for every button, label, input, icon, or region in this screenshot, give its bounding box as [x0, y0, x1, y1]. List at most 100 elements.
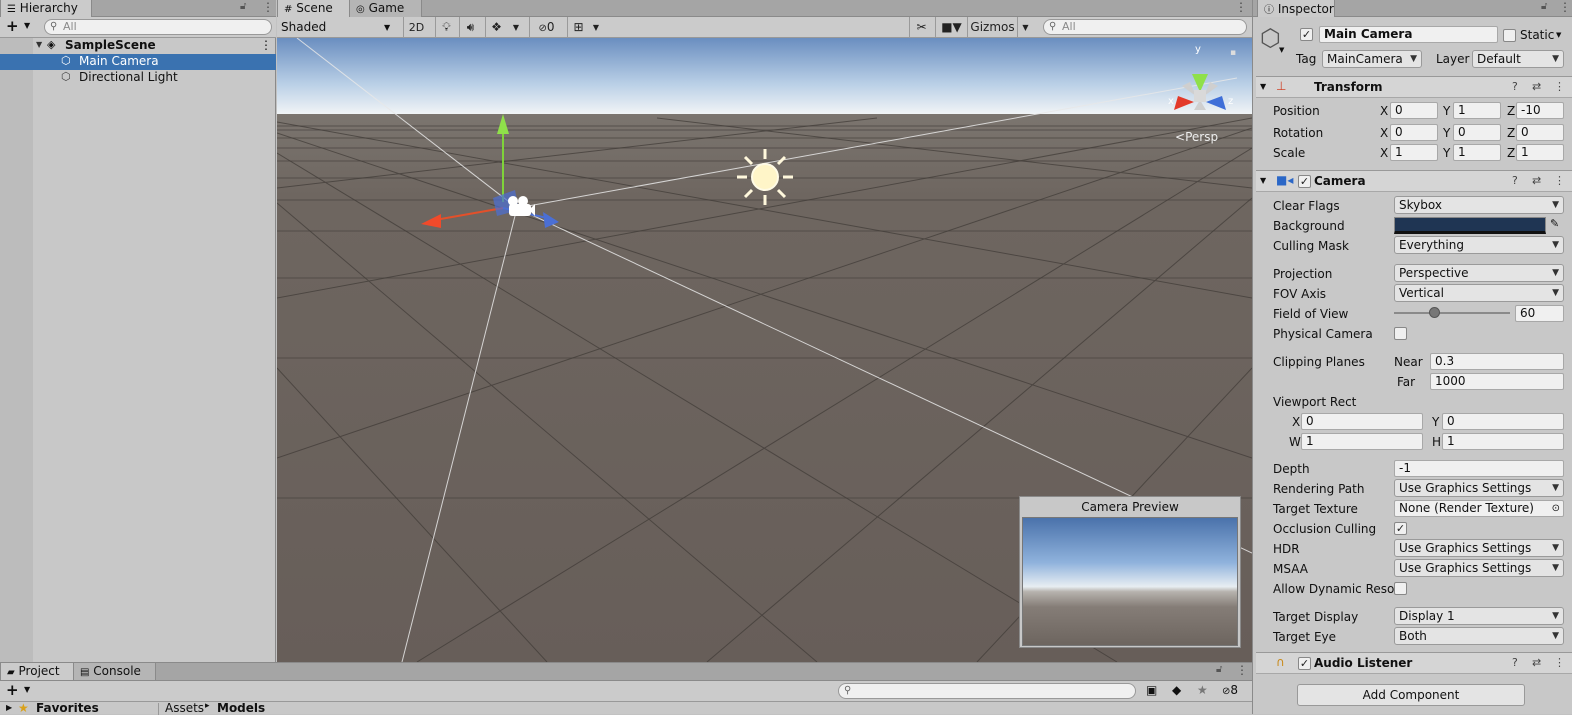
hidden-objects-toggle[interactable]: ⊘0 — [529, 17, 563, 38]
position-y-field[interactable]: 1 — [1453, 102, 1501, 119]
viewport-h-field[interactable]: 1 — [1442, 433, 1564, 450]
hidden-packages-toggle[interactable]: ⊘8 — [1222, 683, 1238, 697]
scale-y-field[interactable]: 1 — [1453, 144, 1501, 161]
scale-z-field[interactable]: 1 — [1516, 144, 1564, 161]
toggle-2d-button[interactable]: 2D — [403, 17, 429, 38]
audio-listener-header[interactable]: ∩ ✓ Audio Listener ? ⇄ ⋮ — [1256, 652, 1572, 674]
more-options-icon[interactable]: ⋮ — [262, 0, 274, 14]
tab-project[interactable]: ▰ Project — [0, 663, 74, 680]
culling-mask-dropdown[interactable]: Everything ▼ — [1394, 236, 1564, 254]
tab-console[interactable]: ▤ Console — [74, 663, 156, 680]
static-checkbox[interactable] — [1503, 29, 1516, 42]
help-icon[interactable]: ? — [1512, 174, 1518, 187]
physical-camera-checkbox[interactable] — [1394, 327, 1407, 340]
tab-inspector[interactable]: ⓘ Inspector — [1257, 0, 1335, 17]
position-z-field[interactable]: -10 — [1516, 102, 1564, 119]
target-texture-field[interactable]: None (Render Texture) ⊙ — [1394, 500, 1564, 517]
persp-toggle[interactable]: <Persp — [1175, 130, 1218, 144]
tab-scene[interactable]: # Scene — [277, 0, 350, 17]
tools-icon[interactable]: ✂︎ — [909, 17, 933, 38]
preset-icon[interactable]: ⇄ — [1532, 174, 1541, 187]
projection-dropdown[interactable]: Perspective ▼ — [1394, 264, 1564, 282]
foldout-arrow-icon[interactable]: ▶ — [6, 703, 12, 712]
viewport-x-field[interactable]: 0 — [1301, 413, 1423, 430]
scene-search-input[interactable]: ⚲ All — [1043, 19, 1247, 35]
hierarchy-search-input[interactable]: ⚲ All — [44, 19, 272, 35]
help-icon[interactable]: ? — [1512, 656, 1518, 669]
lock-icon[interactable]: ▪ — [1230, 48, 1236, 58]
fov-slider-track[interactable] — [1394, 312, 1510, 314]
help-icon[interactable]: ? — [1512, 80, 1518, 93]
occlusion-culling-checkbox[interactable]: ✓ — [1394, 522, 1407, 535]
far-field[interactable]: 1000 — [1430, 373, 1564, 390]
layer-dropdown[interactable]: Default ▼ — [1472, 50, 1564, 68]
viewport-w-field[interactable]: 1 — [1301, 433, 1423, 450]
msaa-dropdown[interactable]: Use Graphics Settings ▼ — [1394, 559, 1564, 577]
fov-axis-dropdown[interactable]: Vertical ▼ — [1394, 284, 1564, 302]
fov-value-field[interactable]: 60 — [1515, 305, 1564, 322]
scene-row[interactable]: ▼ ◈ SampleScene ⋮ — [0, 38, 276, 54]
chevron-down-icon[interactable]: ▼ — [24, 685, 30, 694]
more-options-icon[interactable]: ⋮ — [1559, 0, 1571, 14]
target-display-dropdown[interactable]: Display 1 ▼ — [1394, 607, 1564, 625]
component-menu-icon[interactable]: ⋮ — [1554, 656, 1565, 669]
preset-icon[interactable]: ⇄ — [1532, 656, 1541, 669]
filter-by-label-icon[interactable]: ◆ — [1172, 683, 1181, 697]
directional-light-gizmo[interactable] — [737, 149, 793, 205]
component-menu-icon[interactable]: ⋮ — [1554, 174, 1565, 187]
favorite-star-icon[interactable]: ★ — [1197, 683, 1208, 697]
rotation-y-field[interactable]: 0 — [1453, 124, 1501, 141]
camera-enabled-checkbox[interactable]: ✓ — [1298, 175, 1311, 188]
tag-dropdown[interactable]: MainCamera ▼ — [1322, 50, 1422, 68]
audio-icon[interactable]: 🔊︎ — [459, 17, 481, 38]
favorites-row[interactable]: ▶ ★ Favorites — [0, 703, 156, 715]
foldout-arrow-icon[interactable]: ▼ — [1260, 176, 1266, 185]
lighting-icon[interactable]: 💡︎ — [435, 17, 457, 38]
more-options-icon[interactable]: ⋮ — [1236, 663, 1248, 677]
object-name-field[interactable]: Main Camera — [1319, 26, 1498, 43]
scene-viewport[interactable]: y x z ▪ <Persp Camera Preview — [277, 38, 1252, 662]
breadcrumb-assets[interactable]: Assets — [165, 703, 204, 715]
project-search-input[interactable]: ⚲ — [838, 683, 1136, 699]
clear-flags-dropdown[interactable]: Skybox ▼ — [1394, 196, 1564, 214]
preset-icon[interactable]: ⇄ — [1532, 80, 1541, 93]
camera-settings-icon[interactable]: ■▼ — [935, 17, 967, 38]
effects-dropdown-icon[interactable]: ▼ — [509, 17, 523, 38]
viewport-y-field[interactable]: 0 — [1442, 413, 1564, 430]
filter-by-type-icon[interactable]: ▣ — [1146, 683, 1157, 697]
tab-hierarchy[interactable]: ☰ Hierarchy — [0, 0, 92, 17]
hierarchy-item-main-camera[interactable]: ⬡ Main Camera — [0, 54, 276, 70]
tab-game[interactable]: ◎ Game — [350, 0, 422, 17]
chevron-down-icon[interactable]: ▼ — [1556, 31, 1561, 39]
add-component-button[interactable]: Add Component — [1297, 684, 1525, 706]
eyedropper-icon[interactable]: ✎ — [1550, 217, 1559, 230]
grid-dropdown-icon[interactable]: ▼ — [589, 17, 603, 38]
background-color-swatch[interactable] — [1394, 217, 1546, 234]
depth-field[interactable]: -1 — [1394, 460, 1564, 477]
scene-menu-icon[interactable]: ⋮ — [260, 38, 272, 52]
foldout-arrow-icon[interactable]: ▼ — [1260, 82, 1266, 91]
rendering-path-dropdown[interactable]: Use Graphics Settings ▼ — [1394, 479, 1564, 497]
active-checkbox[interactable]: ✓ — [1300, 28, 1313, 41]
scale-x-field[interactable]: 1 — [1390, 144, 1438, 161]
grid-toggle-icon[interactable]: ⊞ — [567, 17, 589, 38]
rotation-z-field[interactable]: 0 — [1516, 124, 1564, 141]
foldout-arrow-icon[interactable]: ▼ — [36, 40, 42, 49]
hierarchy-item-directional-light[interactable]: ⬡ Directional Light — [0, 70, 276, 86]
create-plus-icon[interactable]: + — [6, 681, 19, 699]
shading-mode-dropdown[interactable]: Shaded ▼ — [277, 17, 397, 38]
breadcrumb-models[interactable]: Models — [217, 703, 265, 715]
camera-header[interactable]: ▼ ■◂ ✓ Camera ? ⇄ ⋮ — [1256, 170, 1572, 192]
create-plus-icon[interactable]: + — [6, 17, 19, 35]
chevron-down-icon[interactable]: ▼ — [24, 21, 30, 30]
audio-listener-checkbox[interactable]: ✓ — [1298, 657, 1311, 670]
gizmos-button[interactable]: Gizmos — [967, 17, 1017, 38]
target-eye-dropdown[interactable]: Both ▼ — [1394, 627, 1564, 645]
more-options-icon[interactable]: ⋮ — [1235, 0, 1247, 14]
component-menu-icon[interactable]: ⋮ — [1554, 80, 1565, 93]
object-picker-icon[interactable]: ⊙ — [1552, 501, 1560, 516]
effects-icon[interactable]: ❖ — [485, 17, 507, 38]
fov-slider-handle[interactable] — [1429, 307, 1440, 318]
near-field[interactable]: 0.3 — [1430, 353, 1564, 370]
position-x-field[interactable]: 0 — [1390, 102, 1438, 119]
